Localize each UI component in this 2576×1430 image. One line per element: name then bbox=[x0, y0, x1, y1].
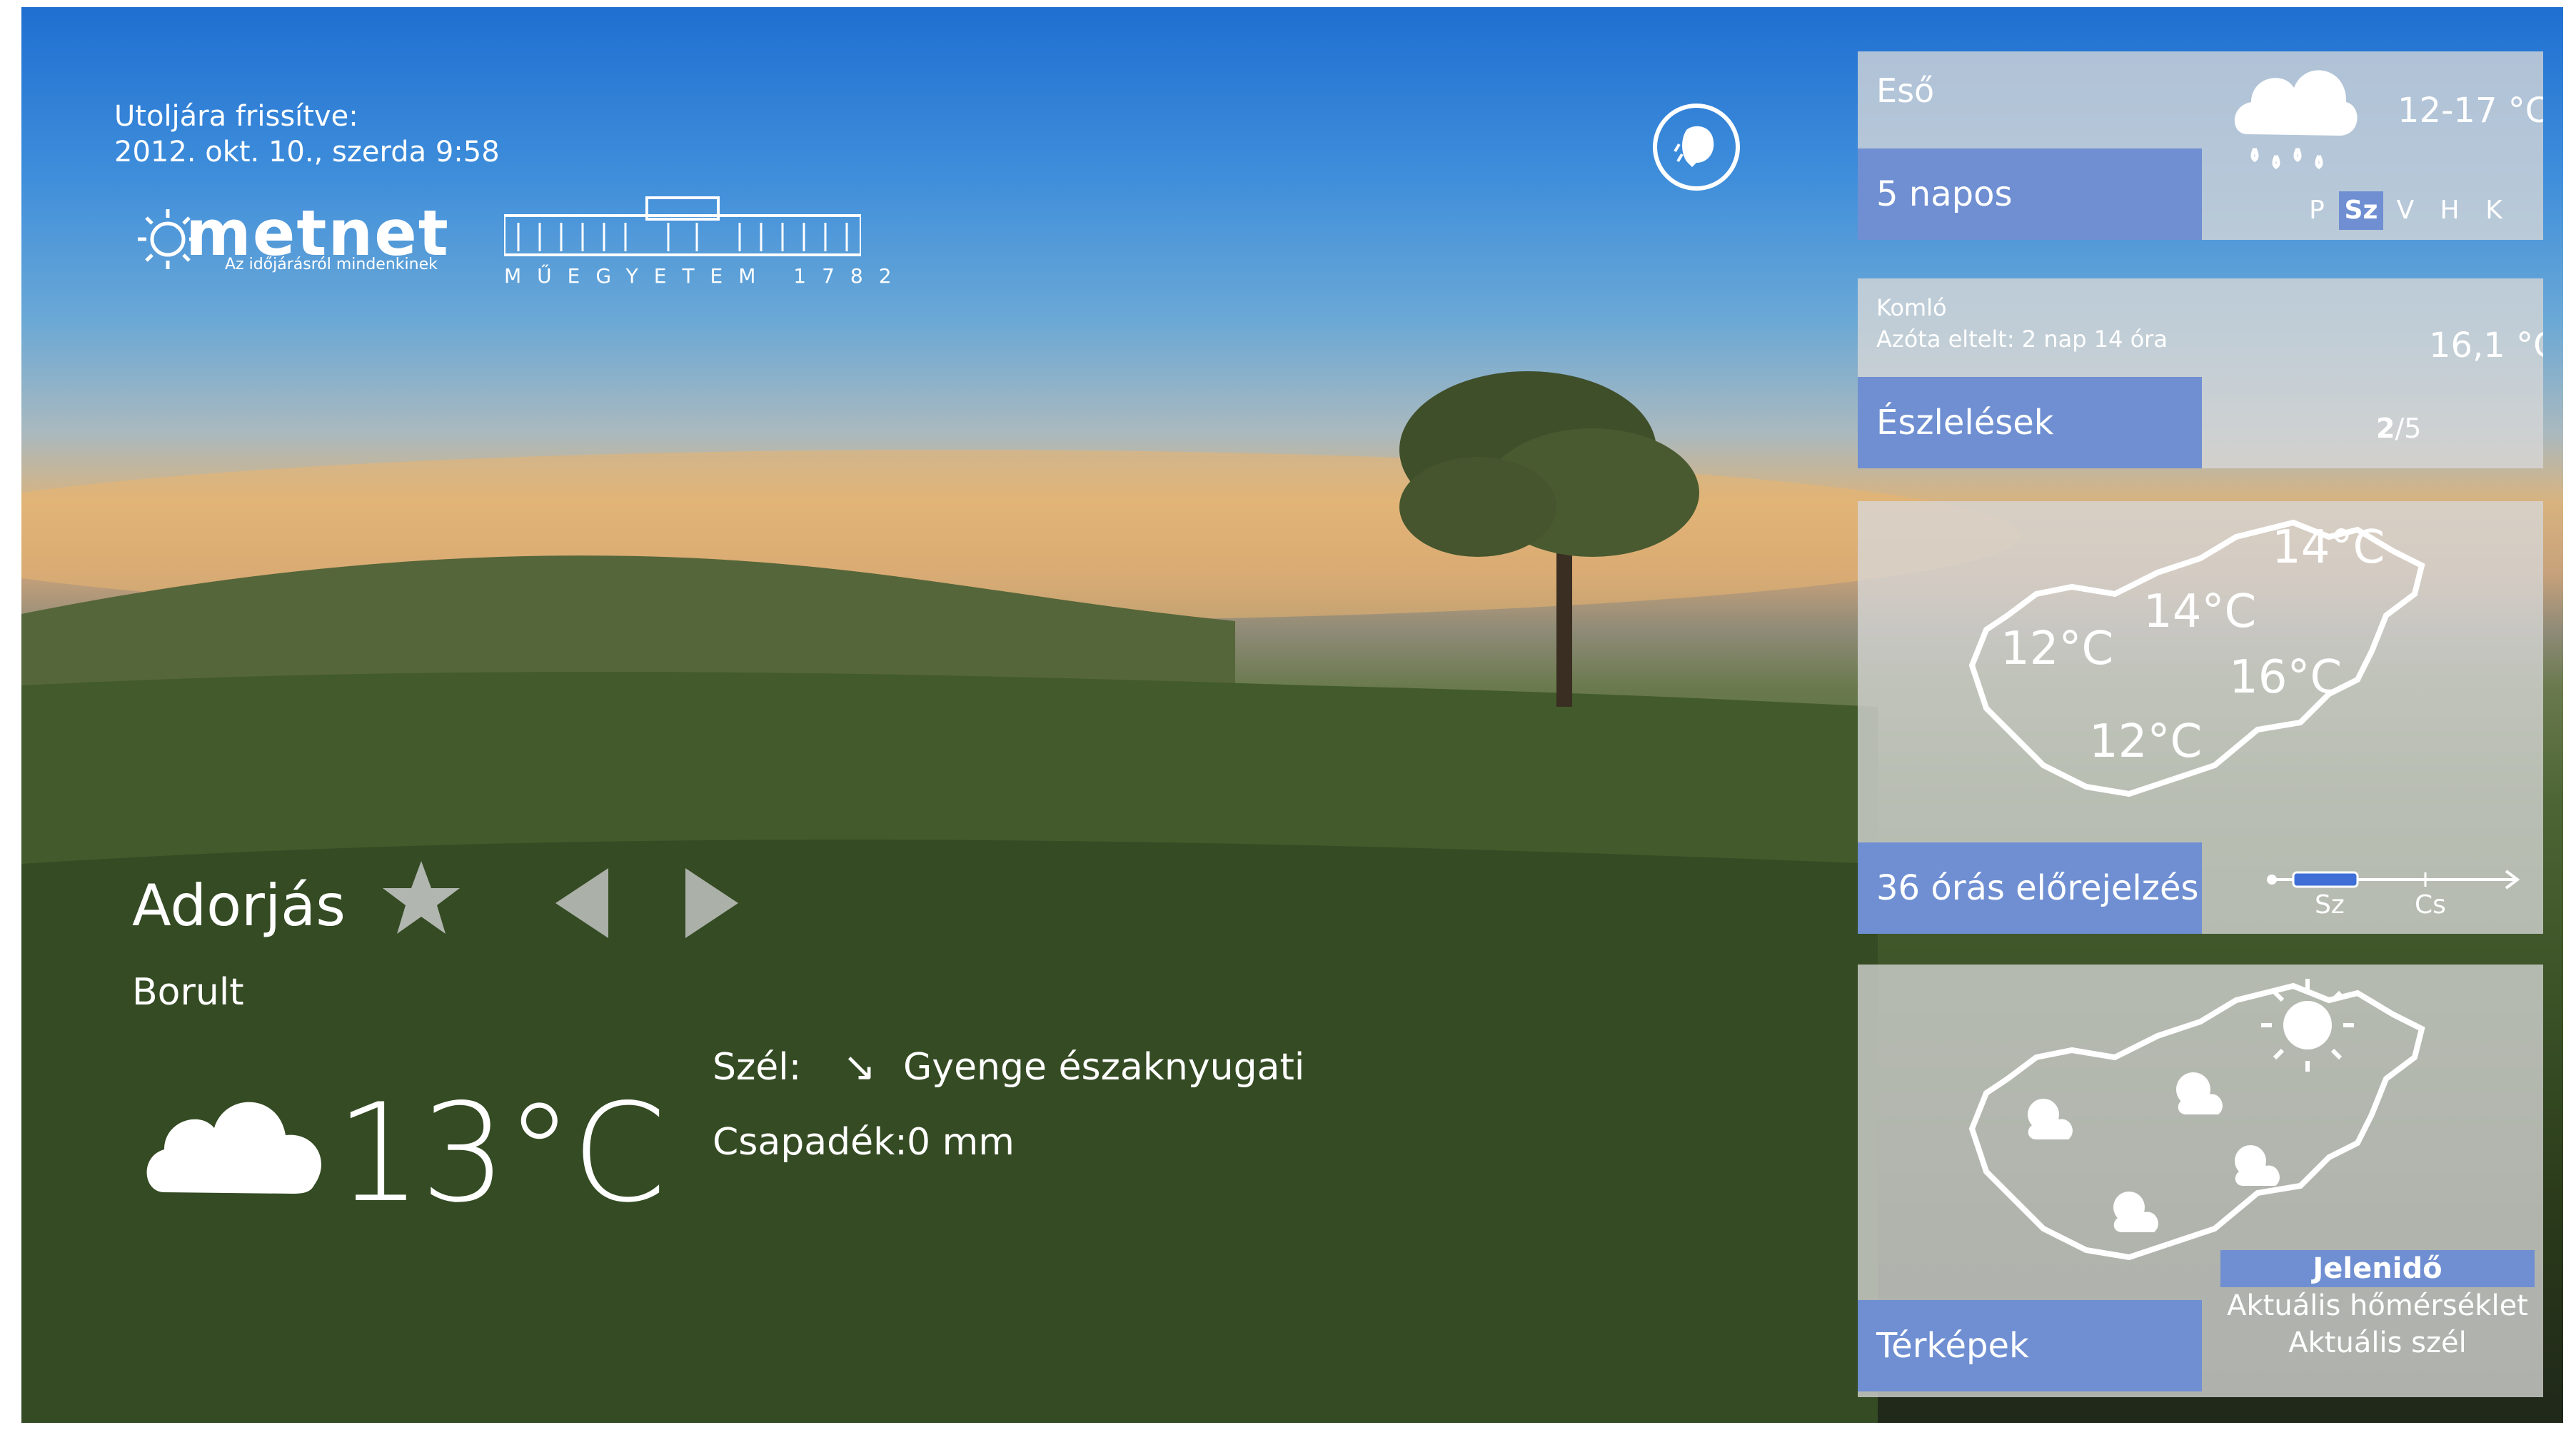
university-logo-text: MŰEGYETEM 1782 bbox=[504, 264, 907, 288]
precipitation-label: Csapadék: bbox=[713, 1121, 907, 1164]
observation-temp: 16,1 °C bbox=[2429, 326, 2543, 366]
maps-list: Jelenidő Aktuális hőmérséklet Aktuális s… bbox=[2220, 1250, 2535, 1361]
wind-value: Gyenge északnyugati bbox=[903, 1046, 1305, 1089]
day-H[interactable]: H bbox=[2427, 191, 2472, 230]
rain-cloud-icon bbox=[2234, 70, 2358, 170]
maps-list-item-temperature[interactable]: Aktuális hőmérséklet bbox=[2220, 1287, 2535, 1324]
forecast-day-list: P Sz V H K bbox=[2295, 191, 2516, 230]
forecast36-label[interactable]: 36 órás előrejelzés bbox=[1858, 842, 2202, 934]
map-temp-n: 14°C bbox=[2143, 585, 2257, 638]
observations-label[interactable]: Észlelések bbox=[1858, 377, 2202, 468]
map-temp-s: 12°C bbox=[2089, 715, 2203, 768]
location-name: Adorjás bbox=[132, 872, 346, 939]
map-temp-ne: 14°C bbox=[2272, 521, 2385, 574]
current-temperature: 13°C bbox=[336, 1074, 666, 1232]
star-icon[interactable] bbox=[378, 855, 464, 941]
observation-station: Komló bbox=[1876, 294, 1947, 321]
forecast-temp-range: 12-17 °C bbox=[2398, 91, 2543, 131]
forecast-label[interactable]: 5 napos előrejelzés bbox=[1858, 148, 2202, 240]
observation-page-current: 2 bbox=[2376, 413, 2395, 444]
map-temp-e: 16°C bbox=[2229, 651, 2343, 704]
forecast36-timeline[interactable] bbox=[2265, 865, 2529, 894]
app-window: Utoljára frissítve: 2012. okt. 10., szer… bbox=[21, 7, 2563, 1423]
maps-tile[interactable]: Térképek Jelenidő Aktuális hőmérséklet A… bbox=[1858, 965, 2543, 1397]
metnet-logo-tagline: Az időjárásról mindenkinek bbox=[225, 256, 438, 273]
observation-page-total: /5 bbox=[2395, 413, 2422, 444]
maps-list-item-current[interactable]: Jelenidő bbox=[2220, 1250, 2535, 1287]
maps-label[interactable]: Térképek bbox=[1858, 1300, 2202, 1391]
last-updated: Utoljára frissítve: 2012. okt. 10., szer… bbox=[114, 99, 500, 170]
day-K[interactable]: K bbox=[2472, 191, 2516, 230]
university-logo bbox=[504, 196, 861, 256]
forecast-tile[interactable]: Eső 12-17 °C 5 napos előrejelzés PSzVHK bbox=[1858, 51, 2543, 240]
timeline-label-sz: Sz bbox=[2315, 890, 2345, 920]
observation-elapsed: Azóta eltelt: 2 nap 14 óra bbox=[1876, 326, 2168, 353]
day-P[interactable]: P bbox=[2295, 191, 2339, 230]
forecast-condition: Eső bbox=[1876, 71, 1935, 110]
arrow-right-icon[interactable] bbox=[678, 864, 743, 942]
last-updated-label: Utoljára frissítve: bbox=[114, 100, 358, 133]
precipitation-value: 0 mm bbox=[907, 1121, 1015, 1164]
maps-list-item-wind[interactable]: Aktuális szél bbox=[2220, 1324, 2535, 1361]
last-updated-value: 2012. okt. 10., szerda 9:58 bbox=[114, 136, 500, 168]
wind-label: Szél: bbox=[713, 1046, 802, 1089]
wind-arrow-icon: ↘ bbox=[842, 1044, 876, 1090]
day-Sz[interactable]: Sz bbox=[2339, 191, 2383, 230]
hungary-weather-map bbox=[1968, 979, 2425, 1261]
map-temp-w: 12°C bbox=[2001, 623, 2114, 675]
forecast36-tile[interactable]: 14°C 14°C 12°C 16°C 12°C 36 órás előreje… bbox=[1858, 501, 2543, 934]
cloud-icon bbox=[146, 1102, 322, 1194]
speech-icon[interactable] bbox=[1651, 101, 1742, 193]
day-V[interactable]: V bbox=[2383, 191, 2427, 230]
observations-tile[interactable]: Komló Azóta eltelt: 2 nap 14 óra 16,1 °C… bbox=[1858, 278, 2543, 468]
timeline-label-cs: Cs bbox=[2415, 890, 2446, 920]
arrow-left-icon[interactable] bbox=[551, 864, 615, 942]
observation-pager[interactable]: 2/5 bbox=[2376, 413, 2421, 444]
condition-text: Borult bbox=[132, 971, 244, 1014]
